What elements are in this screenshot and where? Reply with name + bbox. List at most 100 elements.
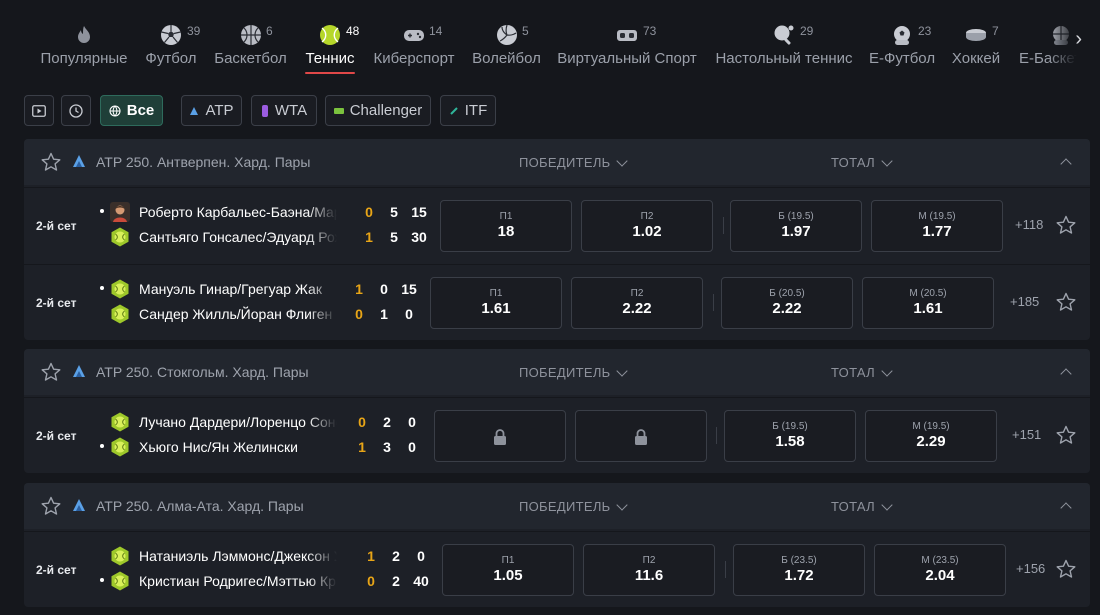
- favorite-star-icon[interactable]: [1056, 425, 1076, 445]
- match-row[interactable]: 2-й сет Роберто Карбальес-Баэна/Марсель …: [24, 187, 1090, 263]
- video-filter-button[interactable]: [24, 95, 54, 126]
- more-markets-count[interactable]: +118: [1015, 217, 1043, 232]
- sport-tab-count: 5: [522, 24, 529, 38]
- serve-indicator: [100, 444, 104, 448]
- set-score: 1: [355, 281, 363, 297]
- odds-button-p2[interactable]: П2 1.02: [581, 200, 713, 252]
- odds-button-over[interactable]: Б (20.5) 2.22: [721, 277, 853, 329]
- odds-label: М (23.5): [921, 555, 959, 566]
- match-period: 2-й сет: [36, 429, 77, 443]
- winner-column-label: ПОБЕДИТЕЛЬ: [519, 499, 611, 514]
- filter-atp-button[interactable]: ATP: [181, 95, 242, 126]
- set-score: 0: [355, 306, 363, 322]
- sport-tab-popular[interactable]: Популярные: [40, 0, 128, 78]
- favorite-star-icon[interactable]: [1056, 292, 1076, 312]
- wta-logo-icon: [261, 104, 268, 117]
- sports-nav: Популярные 39 Футбол 6 Баскетбол 48 Тенн…: [0, 0, 1100, 78]
- challenger-logo-icon: [333, 107, 344, 114]
- sport-tab-table-tennis[interactable]: 29 Настольный теннис: [714, 0, 854, 78]
- sport-tab-esports[interactable]: 14 Киберспорт: [372, 0, 456, 78]
- filter-all-button[interactable]: Все: [100, 95, 163, 126]
- games-score: 5: [390, 229, 398, 245]
- sport-tab-volleyball[interactable]: 5 Волейбол: [472, 0, 541, 78]
- league-name: ATP 250. Стокгольм. Хард. Пары: [96, 364, 309, 380]
- collapse-chevron-up-icon[interactable]: [1060, 368, 1072, 380]
- team-name: Сандер Жилль/Йоран Флиген: [139, 306, 333, 322]
- odds-value: 1.58: [775, 433, 805, 450]
- nav-scroll-right-arrow[interactable]: ›: [1048, 0, 1100, 78]
- tennis-ball-icon: [111, 227, 129, 247]
- odds-button-over[interactable]: Б (19.5) 1.97: [730, 200, 862, 252]
- sport-tab-e-football[interactable]: 23 Е-Футбол: [869, 0, 935, 78]
- team-name: Роберто Карбальес-Баэна/Марсель Гранолье…: [139, 204, 337, 220]
- odds-button-p1[interactable]: П1 1.61: [430, 277, 562, 329]
- sport-tab-basketball[interactable]: 6 Баскетбол: [213, 0, 288, 78]
- itf-logo-icon: [450, 106, 458, 115]
- chevron-down-icon: [616, 154, 629, 167]
- odds-label: М (19.5): [918, 211, 956, 222]
- filter-all-label: Все: [126, 102, 155, 119]
- odds-button-over[interactable]: Б (23.5) 1.72: [733, 544, 865, 596]
- chevron-down-icon: [881, 364, 893, 377]
- winner-column-header[interactable]: ПОБЕДИТЕЛЬ: [519, 364, 629, 380]
- match-row[interactable]: 2-й сет Лучано Дардери/Лоренцо Сонего Хь…: [24, 397, 1090, 473]
- match-period: 2-й сет: [36, 219, 77, 233]
- sport-tab-hockey[interactable]: 7 Хоккей: [951, 0, 1001, 78]
- serve-indicator: [100, 286, 104, 290]
- winner-column-header[interactable]: ПОБЕДИТЕЛЬ: [519, 498, 629, 514]
- favorite-star-icon[interactable]: [41, 362, 61, 382]
- filter-challenger-button[interactable]: Challenger: [325, 95, 431, 126]
- odds-button-under[interactable]: М (23.5) 2.04: [874, 544, 1006, 596]
- lock-icon: [635, 429, 647, 445]
- total-column-header[interactable]: ТОТАЛ: [831, 498, 893, 514]
- odds-button-under[interactable]: М (19.5) 2.29: [865, 410, 997, 462]
- match-period: 2-й сет: [36, 296, 77, 310]
- more-markets-count[interactable]: +151: [1012, 427, 1041, 442]
- odds-button-p2[interactable]: П2 11.6: [583, 544, 715, 596]
- sport-tab-count: 29: [800, 24, 814, 38]
- more-markets-count[interactable]: +185: [1010, 294, 1039, 309]
- sport-tab-label: Популярные: [40, 50, 128, 67]
- vr-headset-icon: [617, 30, 637, 41]
- points-score: 15: [401, 281, 417, 297]
- total-column-header[interactable]: ТОТАЛ: [831, 154, 893, 170]
- favorite-star-icon[interactable]: [1056, 559, 1076, 579]
- filter-itf-button[interactable]: ITF: [440, 95, 496, 126]
- winner-column-header[interactable]: ПОБЕДИТЕЛЬ: [519, 154, 629, 170]
- odds-button-p1[interactable]: П1 1.05: [442, 544, 574, 596]
- total-column-label: ТОТАЛ: [831, 155, 875, 170]
- sport-tab-count: 39: [187, 24, 201, 38]
- schedule-filter-button[interactable]: [61, 95, 91, 126]
- more-markets-count[interactable]: +156: [1016, 561, 1045, 576]
- sport-tab-virtual-sport[interactable]: 73 Виртуальный Спорт: [557, 0, 697, 78]
- match-row[interactable]: 2-й сет Мануэль Гинар/Грегуар Жак Сандер…: [24, 264, 1090, 340]
- collapse-chevron-up-icon[interactable]: [1060, 502, 1072, 514]
- atp-logo-icon: [73, 155, 85, 167]
- odds-button-over[interactable]: Б (19.5) 1.58: [724, 410, 856, 462]
- points-score: 0: [405, 306, 413, 322]
- favorite-star-icon[interactable]: [1056, 215, 1076, 235]
- odds-button-under[interactable]: М (20.5) 1.61: [862, 277, 994, 329]
- odds-value: 2.22: [622, 300, 652, 317]
- chevron-down-icon: [616, 498, 629, 511]
- points-score: 0: [408, 414, 416, 430]
- column-divider: [725, 561, 726, 578]
- set-score: 0: [365, 204, 373, 220]
- gamepad-icon: [404, 30, 424, 41]
- sport-tab-tennis[interactable]: 48 Теннис: [305, 0, 359, 78]
- total-column-header[interactable]: ТОТАЛ: [831, 364, 893, 380]
- odds-button-p1[interactable]: П1 18: [440, 200, 572, 252]
- points-score: 0: [408, 439, 416, 455]
- atp-logo-icon: [73, 365, 85, 377]
- odds-button-p2-locked: [575, 410, 707, 462]
- match-row[interactable]: 2-й сет Натаниэль Лэммонс/Джексон Уизроу…: [24, 531, 1090, 607]
- tennis-ball-icon: [111, 279, 129, 299]
- favorite-star-icon[interactable]: [41, 496, 61, 516]
- odds-button-under[interactable]: М (19.5) 1.77: [871, 200, 1003, 252]
- sport-tab-football[interactable]: 39 Футбол: [145, 0, 201, 78]
- set-score: 0: [367, 573, 375, 589]
- favorite-star-icon[interactable]: [41, 152, 61, 172]
- collapse-chevron-up-icon[interactable]: [1060, 158, 1072, 170]
- odds-button-p2[interactable]: П2 2.22: [571, 277, 703, 329]
- filter-wta-button[interactable]: WTA: [251, 95, 317, 126]
